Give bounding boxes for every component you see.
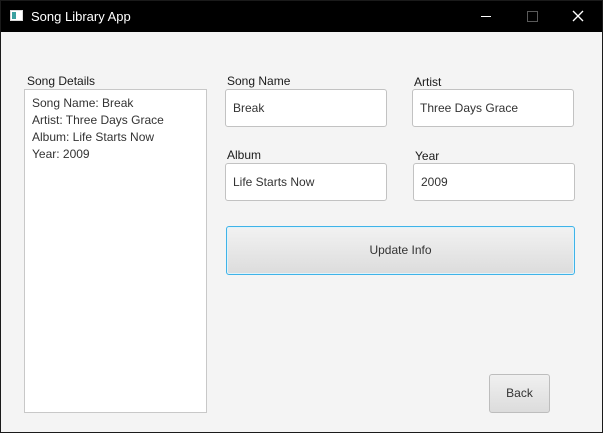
close-icon <box>572 10 584 22</box>
details-song-name: Song Name: Break <box>32 96 134 110</box>
song-name-input[interactable]: Break <box>225 89 387 127</box>
details-album: Album: Life Starts Now <box>32 130 155 144</box>
details-artist: Artist: Three Days Grace <box>32 113 164 127</box>
app-window: Song Library App Song Details Song Name:… <box>0 0 603 433</box>
close-button[interactable] <box>555 1 601 32</box>
year-label: Year <box>415 149 440 163</box>
minimize-button[interactable] <box>463 1 509 32</box>
update-info-button[interactable]: Update Info <box>226 226 575 275</box>
back-button[interactable]: Back <box>489 374 550 413</box>
app-window-icon <box>10 10 23 21</box>
window-title: Song Library App <box>31 9 131 24</box>
year-input[interactable]: 2009 <box>413 163 575 201</box>
artist-label: Artist <box>414 75 442 89</box>
maximize-button[interactable] <box>509 1 555 32</box>
song-name-label: Song Name <box>227 74 291 88</box>
song-details-list[interactable]: Song Name: Break Artist: Three Days Grac… <box>24 89 207 413</box>
album-label: Album <box>227 148 262 162</box>
song-details-label: Song Details <box>27 74 96 88</box>
details-year: Year: 2009 <box>32 147 90 161</box>
title-bar[interactable]: Song Library App <box>1 1 602 32</box>
artist-input[interactable]: Three Days Grace <box>412 89 574 127</box>
album-input[interactable]: Life Starts Now <box>225 163 387 201</box>
